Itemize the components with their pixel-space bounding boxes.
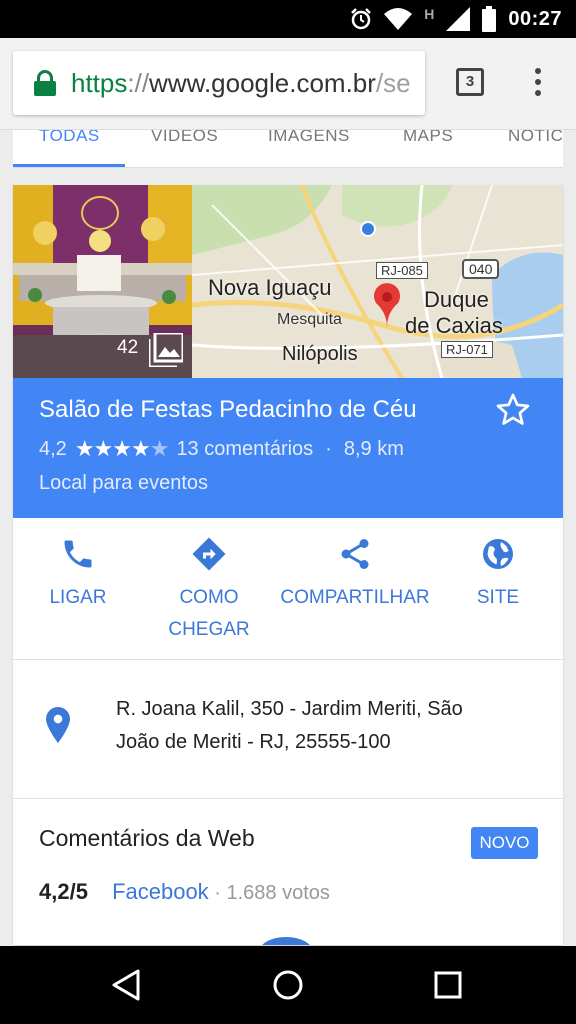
map-label-rj085: RJ-085: [376, 262, 428, 279]
url-path: /se: [375, 67, 411, 98]
url-separator: ://: [127, 67, 150, 98]
tab-maps[interactable]: MAPS: [403, 130, 453, 146]
tab-all[interactable]: TODAS: [39, 130, 100, 146]
place-card: 42 RJ-085 040 RJ-071 Nova Iguaçu Mesquit…: [13, 185, 563, 945]
url-host: www.google.com.br: [149, 67, 376, 98]
review-source-link[interactable]: Facebook: [112, 879, 209, 904]
map-label-040: 040: [462, 259, 500, 279]
web-review-score: 4,2/5: [39, 879, 88, 904]
call-label: LIGAR: [49, 587, 107, 608]
map-label-nova-iguacu: Nova Iguaçu: [208, 275, 332, 300]
separator-dot: ·: [325, 437, 332, 460]
rating-stars: ★★★★★: [74, 436, 170, 461]
action-bar: LIGAR COMO CHEGAR COMPARTILHAR SITE: [13, 518, 563, 660]
alarm-icon: [351, 8, 372, 30]
map-pin-icon: [374, 283, 400, 327]
address-line-2: João de Meriti - RJ, 25555-100: [116, 731, 391, 753]
phone-icon: [64, 540, 92, 568]
address-row[interactable]: R. Joana Kalil, 350 - Jardim Meriti, São…: [13, 661, 563, 799]
wifi-icon: [384, 8, 413, 30]
share-button[interactable]: COMPARTILHAR: [275, 536, 435, 614]
reviews-link[interactable]: 13 comentários: [176, 438, 313, 461]
overflow-menu-icon[interactable]: [532, 68, 544, 98]
web-review-row: 4,2/5 Facebook · 1.688 votos: [39, 879, 330, 905]
back-icon[interactable]: [110, 968, 144, 1002]
directions-label-2: CHEGAR: [168, 619, 250, 640]
map-label-nilopolis: Nilópolis: [282, 343, 358, 365]
map-location-dot: [360, 221, 376, 237]
location-map[interactable]: RJ-085 040 RJ-071 Nova Iguaçu Mesquita N…: [192, 185, 563, 378]
website-label: SITE: [476, 587, 520, 608]
save-star-icon[interactable]: [495, 392, 531, 428]
website-button[interactable]: SITE: [465, 536, 531, 614]
photo-count: 42: [117, 337, 139, 358]
signal-icon: [446, 7, 471, 31]
home-icon[interactable]: [271, 968, 305, 1002]
directions-label-1: COMO: [179, 587, 239, 608]
map-label-duque: Duque: [424, 287, 489, 312]
place-header: Salão de Festas Pedacinho de Céu 4,2 ★★★…: [13, 378, 563, 518]
network-type-label: H: [424, 6, 435, 22]
map-label-rj071: RJ-071: [441, 341, 493, 358]
review-votes: · 1.688 votos: [208, 882, 330, 904]
tab-news[interactable]: NOTÍC: [508, 130, 563, 146]
call-button[interactable]: LIGAR: [37, 536, 119, 614]
search-tabs: TODAS VÍDEOS IMAGENS MAPS NOTÍC: [13, 130, 563, 168]
directions-icon: [192, 537, 226, 571]
gallery-icon: [149, 333, 183, 367]
browser-toolbar: https://www.google.com.br/se 3: [0, 38, 576, 130]
web-reviews-title: Comentários da Web: [39, 825, 255, 851]
active-tab-indicator: [13, 164, 125, 167]
rating-row: 4,2 ★★★★★ 13 comentários · 8,9 km: [39, 436, 404, 462]
globe-icon: [483, 539, 513, 569]
place-category: Local para eventos: [39, 472, 209, 494]
address-line-1: R. Joana Kalil, 350 - Jardim Meriti, São: [116, 698, 463, 720]
url-scheme: https: [71, 67, 128, 98]
system-nav-bar: [0, 946, 576, 1024]
scroll-indicator: [259, 937, 313, 945]
status-bar: H 00:27: [0, 0, 576, 38]
share-label: COMPARTILHAR: [280, 587, 430, 608]
directions-button[interactable]: COMO CHEGAR: [153, 536, 265, 646]
battery-icon: [482, 6, 497, 32]
location-pin-icon: [46, 707, 70, 743]
recents-icon[interactable]: [433, 970, 463, 1000]
url-text[interactable]: https://www.google.com.br/se: [71, 68, 411, 99]
tab-images[interactable]: IMAGENS: [268, 130, 350, 146]
tab-videos[interactable]: VÍDEOS: [151, 130, 218, 146]
map-label-de-caxias: de Caxias: [405, 313, 503, 338]
tab-switcher-button[interactable]: 3: [456, 68, 484, 96]
rating-value: 4,2: [39, 437, 67, 460]
status-icons: H 00:27: [350, 6, 562, 32]
address-text: R. Joana Kalil, 350 - Jardim Meriti, São…: [116, 693, 536, 759]
map-label-mesquita: Mesquita: [277, 311, 342, 328]
new-badge: NOVO: [471, 827, 538, 859]
share-icon: [341, 539, 369, 569]
place-name: Salão de Festas Pedacinho de Céu: [39, 396, 417, 423]
distance: 8,9 km: [343, 437, 404, 460]
place-photo[interactable]: 42: [13, 185, 192, 378]
clock: 00:27: [508, 7, 562, 30]
lock-icon: [33, 70, 57, 96]
address-bar[interactable]: https://www.google.com.br/se: [13, 51, 425, 115]
